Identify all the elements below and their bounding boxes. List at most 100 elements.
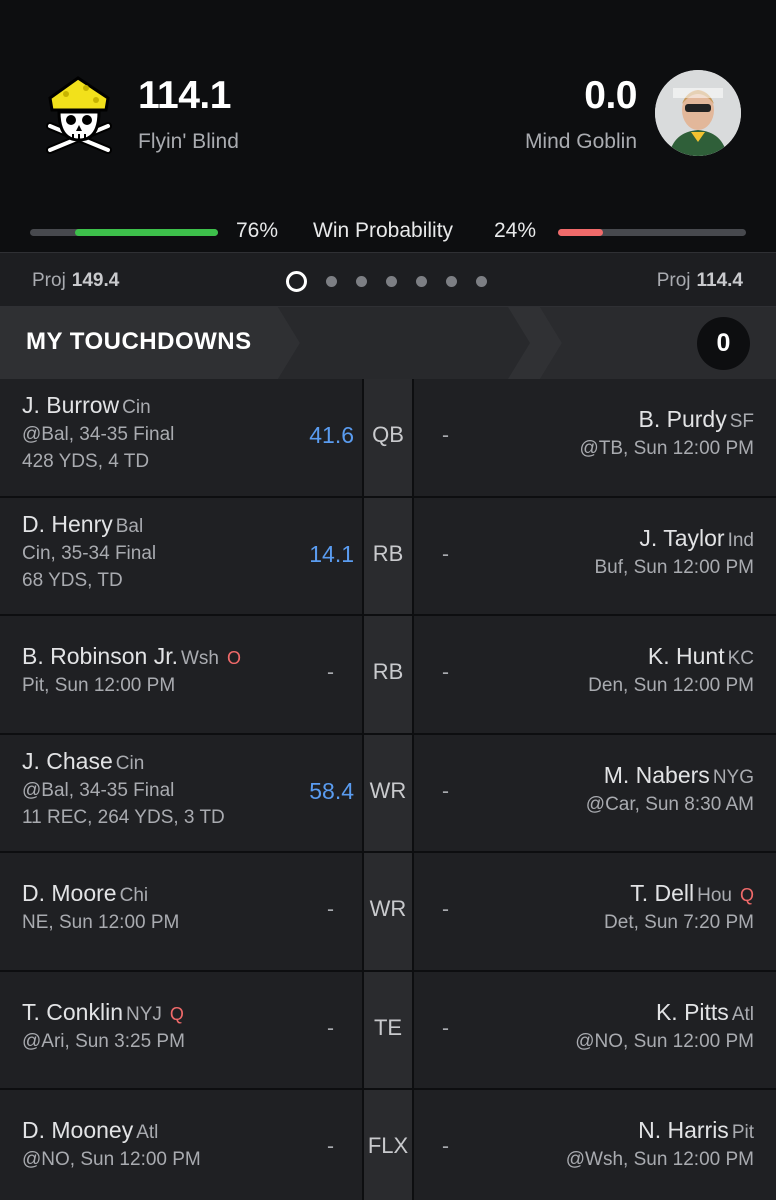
touchdown-count-badge: 0 (697, 317, 750, 370)
player-name[interactable]: J. Taylor (639, 525, 724, 551)
right-player-points: - (442, 661, 449, 684)
page-dot[interactable] (416, 276, 427, 287)
right-win-bar (558, 229, 746, 236)
left-player-name[interactable]: D. Mooney Atl (22, 1117, 201, 1144)
right-player-name[interactable]: M. Nabers NYG (586, 762, 754, 789)
lineup-row: D. Mooney Atl @NO, Sun 12:00 PM - FLX - N… (0, 1090, 776, 1200)
right-player-cell[interactable]: - B. Purdy SF @TB, Sun 12:00 PM (414, 379, 776, 496)
left-player-cell[interactable]: B. Robinson Jr. Wsh O Pit, Sun 12:00 PM - (0, 616, 362, 733)
left-player-name[interactable]: J. Chase Cin (22, 748, 225, 775)
player-team: Chi (119, 885, 149, 906)
lineup-row: T. Conklin NYJ Q @Ari, Sun 3:25 PM - TE - … (0, 971, 776, 1090)
right-player-name[interactable]: K. Pitts Atl (575, 999, 754, 1026)
left-player-points: - (327, 661, 334, 684)
lineup-row: B. Robinson Jr. Wsh O Pit, Sun 12:00 PM - … (0, 616, 776, 735)
right-player-points: - (442, 779, 449, 803)
right-player-points: - (442, 898, 449, 921)
right-player-points: - (442, 542, 449, 566)
player-name[interactable]: K. Pitts (656, 999, 729, 1025)
left-player-cell[interactable]: T. Conklin NYJ Q @Ari, Sun 3:25 PM - (0, 972, 362, 1089)
right-player-name[interactable]: B. Purdy SF (579, 406, 755, 433)
position-text: RB (372, 540, 404, 566)
position-label: WR (364, 853, 412, 970)
page-dot[interactable] (386, 276, 397, 287)
right-player-cell[interactable]: - N. Harris Pit @Wsh, Sun 12:00 PM (414, 1090, 776, 1200)
player-game-info: @Ari, Sun 3:25 PM (22, 1030, 185, 1052)
position-label: RB (364, 616, 412, 733)
right-player-info: K. Pitts Atl @NO, Sun 12:00 PM (575, 999, 754, 1053)
player-name[interactable]: T. Dell (630, 880, 694, 906)
position-text: FLX (367, 1133, 409, 1158)
right-team-name: Mind Goblin (524, 130, 637, 153)
page-dot[interactable] (476, 276, 487, 287)
right-player-cell[interactable]: - T. Dell Hou Q Det, Sun 7:20 PM (414, 853, 776, 970)
right-player-cell[interactable]: - K. Hunt KC Den, Sun 12:00 PM (414, 616, 776, 733)
player-name[interactable]: D. Moore (22, 880, 117, 906)
position-text: WR (369, 777, 407, 803)
player-name[interactable]: K. Hunt (648, 643, 725, 669)
left-player-cell[interactable]: D. Mooney Atl @NO, Sun 12:00 PM - (0, 1090, 362, 1200)
player-name[interactable]: N. Harris (638, 1117, 729, 1143)
player-stat-line: 428 YDS, 4 TD (22, 451, 150, 472)
right-player-name[interactable]: N. Harris Pit (566, 1117, 754, 1144)
right-team-block[interactable]: 0.0 Mind Goblin (524, 74, 638, 154)
matchup-header: 114.1 Flyin' Blind 0.0 Mind Goblin 76% W… (0, 0, 776, 252)
right-player-name[interactable]: K. Hunt KC (588, 643, 754, 670)
left-player-cell[interactable]: J. Chase Cin @Bal, 34-35 Final 11 REC, 26… (0, 735, 362, 852)
player-name[interactable]: T. Conklin (22, 999, 123, 1025)
right-player-info: M. Nabers NYG @Car, Sun 8:30 AM (586, 762, 754, 816)
player-team: NYJ (125, 1003, 162, 1025)
win-probability-row: 76% Win Probability 24% (0, 216, 776, 246)
player-team: NYG (712, 766, 754, 788)
right-projection: Proj 114.4 (657, 270, 743, 292)
position-text: TE (373, 1014, 403, 1040)
right-player-cell[interactable]: - M. Nabers NYG @Car, Sun 8:30 AM (414, 735, 776, 852)
right-proj-value: 114.4 (696, 270, 744, 291)
left-team-name: Flyin' Blind (138, 130, 239, 153)
skull-cheese-logo-icon[interactable] (40, 70, 118, 156)
player-game-info: Pit, Sun 12:00 PM (22, 675, 176, 696)
page-dot[interactable] (356, 276, 367, 287)
left-player-cell[interactable]: D. Moore Chi NE, Sun 12:00 PM - (0, 853, 362, 970)
page-dot[interactable] (286, 271, 307, 292)
right-player-points: - (442, 424, 449, 447)
position-text: RB (372, 659, 404, 684)
right-team-avatar[interactable] (655, 70, 741, 156)
left-player-name[interactable]: D. Moore Chi (22, 880, 179, 907)
left-player-name[interactable]: D. Henry Bal (22, 511, 156, 538)
page-dot[interactable] (446, 276, 457, 287)
left-player-name[interactable]: B. Robinson Jr. Wsh O (22, 643, 241, 670)
left-team-block[interactable]: 114.1 Flyin' Blind (138, 74, 239, 154)
right-player-cell[interactable]: - J. Taylor Ind Buf, Sun 12:00 PM (414, 498, 776, 615)
position-label: QB (364, 379, 412, 496)
player-team: Hou (697, 885, 732, 906)
player-name[interactable]: D. Henry (22, 511, 113, 537)
left-player-cell[interactable]: J. Burrow Cin @Bal, 34-35 Final 428 YDS, … (0, 379, 362, 496)
left-player-name[interactable]: J. Burrow Cin (22, 392, 174, 419)
left-player-name[interactable]: T. Conklin NYJ Q (22, 999, 185, 1026)
player-name[interactable]: J. Burrow (22, 392, 119, 418)
page-dot[interactable] (326, 276, 337, 287)
left-team-score: 114.1 (138, 74, 231, 117)
player-team: Ind (727, 529, 754, 551)
player-team: Atl (731, 1003, 754, 1025)
right-player-cell[interactable]: - K. Pitts Atl @NO, Sun 12:00 PM (414, 972, 776, 1089)
player-team: Atl (136, 1122, 159, 1143)
right-player-name[interactable]: T. Dell Hou Q (604, 880, 754, 907)
player-name[interactable]: M. Nabers (604, 762, 710, 788)
player-game-info: Det, Sun 7:20 PM (604, 912, 754, 933)
win-probability-label: Win Probability (313, 219, 454, 242)
right-player-info: J. Taylor Ind Buf, Sun 12:00 PM (595, 525, 755, 579)
player-name[interactable]: J. Chase (22, 748, 113, 774)
lineup-row: J. Burrow Cin @Bal, 34-35 Final 428 YDS, … (0, 379, 776, 498)
lineup-table: J. Burrow Cin @Bal, 34-35 Final 428 YDS, … (0, 379, 776, 1200)
player-name[interactable]: B. Purdy (639, 406, 727, 432)
player-game-info: NE, Sun 12:00 PM (22, 912, 180, 933)
position-label: WR (364, 734, 412, 851)
left-player-cell[interactable]: D. Henry Bal Cin, 35-34 Final 68 YDS, TD … (0, 498, 362, 615)
player-name[interactable]: B. Robinson Jr. (22, 643, 178, 669)
left-win-percent: 76% (236, 219, 279, 242)
right-team-score: 0.0 (584, 74, 637, 117)
right-player-name[interactable]: J. Taylor Ind (595, 525, 754, 552)
player-name[interactable]: D. Mooney (22, 1117, 133, 1143)
